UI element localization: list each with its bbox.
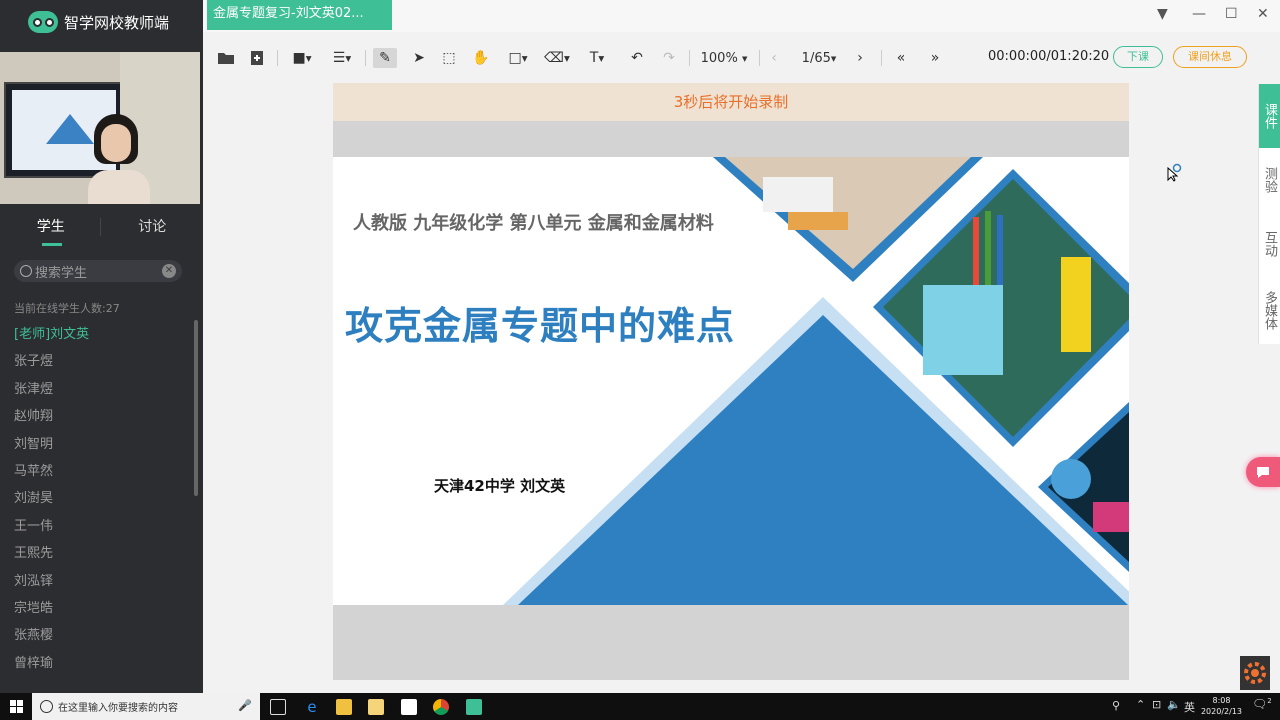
task-view-icon[interactable] bbox=[270, 699, 286, 715]
new-page-icon[interactable] bbox=[247, 48, 267, 68]
minimize-icon[interactable]: — bbox=[1192, 6, 1206, 22]
list-item[interactable]: 赵帅翔 bbox=[14, 405, 89, 432]
title-bar: 金属专题复习-刘文英02... ▼ — ☐ ✕ bbox=[203, 0, 1280, 32]
teacher-video bbox=[0, 52, 200, 204]
list-item[interactable]: 刘澍昊 bbox=[14, 487, 89, 514]
tab-interaction[interactable]: 互动 bbox=[1258, 212, 1280, 276]
page-indicator[interactable]: 1/65 ▾ bbox=[799, 48, 839, 68]
slide-page: 人教版 九年级化学 第八单元 金属和金属材料 攻克金属专题中的难点 天津42中学… bbox=[333, 157, 1129, 605]
owl-logo-icon bbox=[28, 11, 58, 33]
microphone-icon[interactable]: 🎤 bbox=[238, 699, 252, 712]
zoom-select[interactable]: 100% ▾ bbox=[699, 48, 749, 68]
text-tool-icon[interactable]: T ▾ bbox=[583, 48, 611, 68]
pointer-tool-icon[interactable]: ➤ bbox=[409, 48, 429, 68]
taskbar-search-input[interactable]: 在这里输入你要搜索的内容 🎤 bbox=[32, 693, 260, 720]
notification-count: 2 bbox=[1267, 697, 1272, 705]
open-folder-icon[interactable] bbox=[215, 48, 237, 68]
tab-quiz[interactable]: 测验 bbox=[1258, 148, 1280, 212]
cortana-icon bbox=[40, 700, 53, 713]
list-item[interactable]: 张燕樱 bbox=[14, 624, 89, 651]
clear-search-icon[interactable]: ✕ bbox=[162, 264, 176, 278]
shape-fill-tool-icon[interactable]: ■ ▾ bbox=[287, 48, 317, 68]
tab-courseware[interactable]: 课件 bbox=[1258, 84, 1280, 148]
close-icon[interactable]: ✕ bbox=[1257, 6, 1269, 22]
search-icon bbox=[20, 265, 32, 277]
hand-tool-icon[interactable]: ✋ bbox=[471, 48, 491, 68]
end-class-button[interactable]: 下课 bbox=[1113, 46, 1163, 68]
rectangle-tool-icon[interactable]: □ ▾ bbox=[503, 48, 533, 68]
list-item[interactable]: 曾梓瑜 bbox=[14, 652, 89, 679]
first-page-icon[interactable]: « bbox=[891, 48, 911, 68]
sidebar: 智学网校教师端 学生 讨论 搜索学生 ✕ 当前在线学生人数:27 [老师]刘文英… bbox=[0, 0, 203, 693]
mouse-cursor-icon bbox=[1167, 163, 1182, 182]
windows-start-icon[interactable] bbox=[10, 700, 23, 713]
list-item[interactable]: 刘泓铎 bbox=[14, 570, 89, 597]
app-title: 智学网校教师端 bbox=[64, 13, 170, 32]
dropdown-triangle-icon[interactable]: ▼ bbox=[1157, 6, 1168, 22]
clock-time: 8:08 bbox=[1212, 696, 1231, 705]
line-width-tool-icon[interactable]: ☰ ▾ bbox=[327, 48, 357, 68]
notification-center-icon[interactable]: 🗨2 bbox=[1252, 697, 1272, 711]
edge-browser-icon[interactable]: e bbox=[304, 699, 320, 715]
zoom-value: 100% bbox=[700, 50, 738, 66]
next-page-icon[interactable]: › bbox=[853, 48, 867, 68]
slide-subtitle: 人教版 九年级化学 第八单元 金属和金属材料 bbox=[353, 213, 714, 234]
toolbar: ■ ▾ ☰ ▾ ✎ ➤ ⬚ ✋ □ ▾ ⌫ ▾ T ▾ ↶ ↷ 100% ▾ ‹… bbox=[203, 40, 1253, 76]
list-item[interactable]: 张子煜 bbox=[14, 350, 89, 377]
pen-tool-icon[interactable]: ✎ bbox=[373, 48, 397, 68]
page-number: 1/65 bbox=[801, 50, 831, 66]
list-item[interactable]: [老师]刘文英 bbox=[14, 323, 89, 350]
maximize-icon[interactable]: ☐ bbox=[1225, 6, 1238, 22]
student-list-scrollbar[interactable] bbox=[194, 320, 198, 496]
sidebar-tabs: 学生 讨论 bbox=[0, 214, 204, 246]
prev-page-icon[interactable]: ‹ bbox=[767, 48, 781, 68]
right-panel-tabs: 课件 测验 互动 多媒体 bbox=[1258, 84, 1280, 344]
class-timer: 00:00:00/01:20:20 bbox=[988, 49, 1110, 64]
select-box-tool-icon[interactable]: ⬚ bbox=[439, 48, 459, 68]
list-item[interactable]: 王熙先 bbox=[14, 542, 89, 569]
list-item[interactable]: 刘智明 bbox=[14, 433, 89, 460]
undo-icon[interactable]: ↶ bbox=[627, 48, 647, 68]
volume-icon[interactable]: 🔈 bbox=[1167, 698, 1181, 711]
tab-discussion[interactable]: 讨论 bbox=[102, 214, 204, 244]
people-icon[interactable]: ⚲ bbox=[1112, 699, 1120, 712]
taskbar-clock[interactable]: 8:08 2020/2/13 bbox=[1201, 695, 1242, 717]
redo-icon[interactable]: ↷ bbox=[659, 48, 679, 68]
online-count: 当前在线学生人数:27 bbox=[14, 302, 120, 315]
ime-indicator[interactable]: 英 bbox=[1184, 699, 1195, 715]
list-item[interactable]: 张津煜 bbox=[14, 378, 89, 405]
chrome-icon[interactable] bbox=[433, 699, 449, 715]
tray-expand-icon[interactable]: ⌃ bbox=[1136, 698, 1145, 711]
app-brand: 智学网校教师端 bbox=[0, 0, 203, 44]
store-icon[interactable] bbox=[368, 699, 384, 715]
eraser-tool-icon[interactable]: ⌫ ▾ bbox=[541, 48, 573, 68]
file-explorer-icon[interactable] bbox=[336, 699, 352, 715]
taskbar-search-placeholder: 在这里输入你要搜索的内容 bbox=[58, 703, 178, 714]
mail-icon[interactable] bbox=[401, 699, 417, 715]
network-icon[interactable]: ⊡ bbox=[1152, 698, 1161, 711]
list-item[interactable]: 宗垲皓 bbox=[14, 597, 89, 624]
last-page-icon[interactable]: » bbox=[925, 48, 945, 68]
student-search-placeholder: 搜索学生 bbox=[35, 265, 88, 281]
break-button[interactable]: 课间休息 bbox=[1173, 46, 1247, 68]
tab-multimedia[interactable]: 多媒体 bbox=[1258, 276, 1280, 344]
slide-title: 攻克金属专题中的难点 bbox=[345, 304, 736, 348]
clock-date: 2020/2/13 bbox=[1200, 707, 1242, 716]
teacher-figure bbox=[88, 114, 150, 204]
student-list: [老师]刘文英 张子煜 张津煜 赵帅翔 刘智明 马苹然 刘澍昊 王一伟 王熙先 … bbox=[14, 323, 89, 679]
windows-taskbar: 在这里输入你要搜索的内容 🎤 e ⚲ ⌃ ⊡ 🔈 英 8:08 2020/2/1… bbox=[0, 693, 1280, 720]
student-search-input[interactable]: 搜索学生 ✕ bbox=[14, 260, 182, 282]
document-tab[interactable]: 金属专题复习-刘文英02... bbox=[207, 0, 392, 30]
zhixue-app-icon[interactable] bbox=[466, 699, 482, 715]
slide-author: 天津42中学 刘文英 bbox=[434, 477, 566, 495]
list-item[interactable]: 王一伟 bbox=[14, 515, 89, 542]
tab-students[interactable]: 学生 bbox=[0, 214, 102, 246]
chat-bubble-button[interactable] bbox=[1246, 457, 1280, 487]
list-item[interactable]: 马苹然 bbox=[14, 460, 89, 487]
slide-canvas[interactable]: 3秒后将开始录制 人教版 九年级化学 第八单元 金属和金属材料 攻克金属专题中的… bbox=[333, 83, 1129, 680]
recording-notice: 3秒后将开始录制 bbox=[333, 83, 1129, 121]
settings-gear-icon[interactable] bbox=[1240, 656, 1270, 690]
